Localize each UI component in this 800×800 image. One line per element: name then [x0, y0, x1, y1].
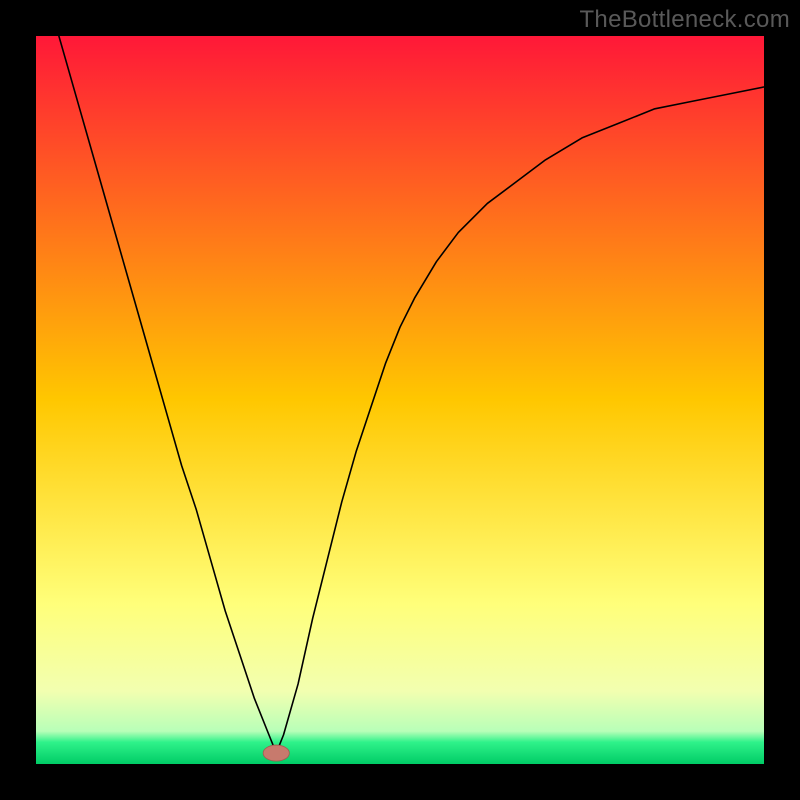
gradient-background: [36, 36, 764, 764]
chart-frame: TheBottleneck.com: [0, 0, 800, 800]
plot-area: [36, 36, 764, 764]
watermark: TheBottleneck.com: [579, 6, 790, 34]
chart-svg: [36, 36, 764, 764]
optimal-point-marker: [263, 745, 289, 761]
